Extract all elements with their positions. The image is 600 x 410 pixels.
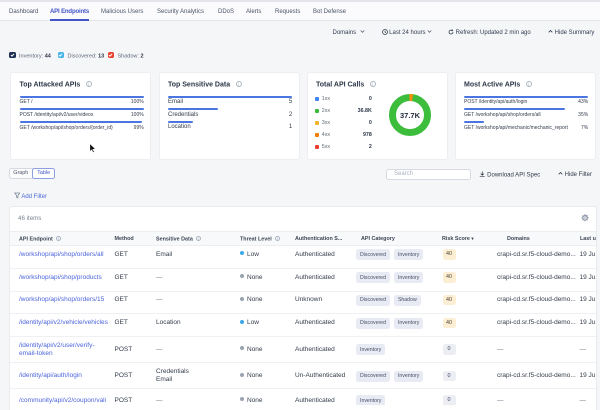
svg-text:37.7K: 37.7K [399,111,420,120]
